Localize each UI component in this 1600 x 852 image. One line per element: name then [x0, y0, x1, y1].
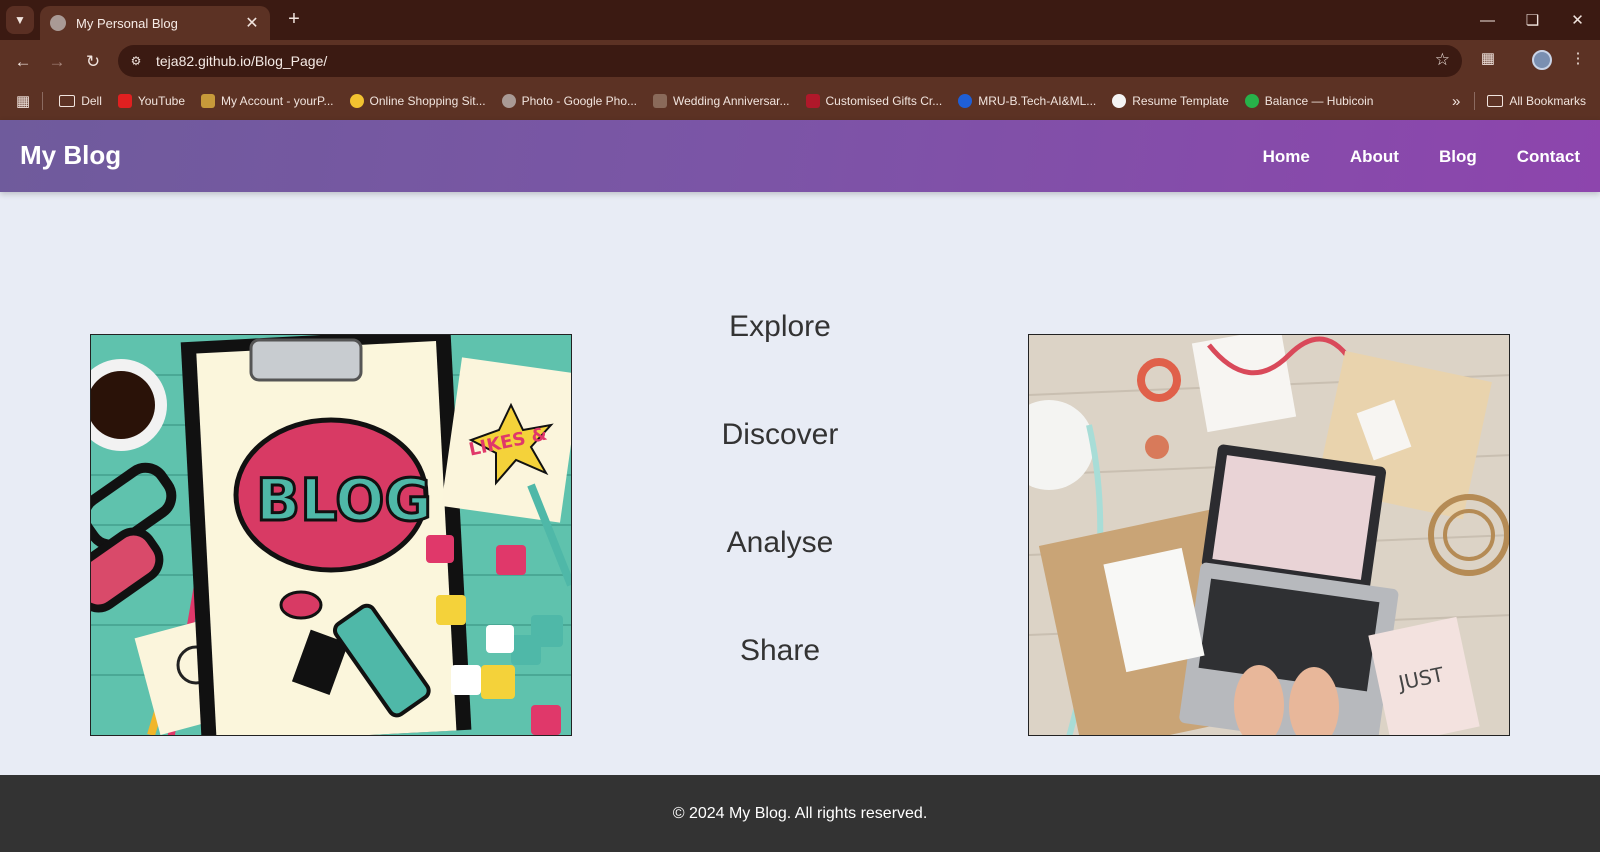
resume-icon	[1112, 94, 1127, 108]
browser-tab[interactable]: My Personal Blog ✕	[40, 6, 270, 40]
bookmark-item[interactable]: Online Shopping Sit...	[349, 94, 486, 108]
main-nav: Home About Blog Contact	[1263, 147, 1580, 167]
footer-copyright: © 2024 My Blog. All rights reserved.	[672, 805, 928, 822]
bookmark-label: My Account - yourP...	[221, 94, 334, 108]
nav-home[interactable]: Home	[1263, 147, 1310, 167]
bookmark-label: Photo - Google Pho...	[521, 94, 637, 108]
chevron-down-icon: ▼	[14, 13, 26, 27]
browser-toolbar: ← → ↻ ⚙ teja82.github.io/Blog_Page/ ☆ ▦ …	[0, 40, 1600, 82]
bookmark-item[interactable]: Resume Template	[1112, 94, 1229, 108]
tagline-analyse: Analyse	[726, 526, 834, 559]
gift-icon	[805, 94, 820, 108]
bookmark-item[interactable]: Wedding Anniversar...	[653, 94, 790, 108]
laptop-desk-photo: JUST	[1028, 334, 1510, 736]
bookmark-label: Balance — Hubicoin	[1264, 94, 1374, 108]
bookmarks-right: » All Bookmarks	[1452, 82, 1586, 120]
url-text: teja82.github.io/Blog_Page/	[156, 53, 328, 69]
bookmarks-bar: ▦ Dell YouTube My Account - yourP... Onl…	[0, 82, 1600, 120]
back-icon[interactable]: ←	[10, 49, 36, 75]
folder-icon	[1487, 95, 1504, 107]
more-bookmarks-icon[interactable]: »	[1452, 93, 1460, 110]
tagline-explore: Explore	[729, 310, 831, 343]
nav-about[interactable]: About	[1350, 147, 1399, 167]
bookmark-label: YouTube	[137, 94, 186, 108]
address-bar[interactable]: ⚙ teja82.github.io/Blog_Page/ ☆	[118, 45, 1462, 77]
close-tab-icon[interactable]: ✕	[244, 13, 260, 33]
bookmark-item[interactable]: Balance — Hubicoin	[1244, 94, 1374, 108]
bookmark-item[interactable]: MRU-B.Tech-AI&ML...	[958, 94, 1096, 108]
bookmark-item[interactable]: YouTube	[117, 94, 186, 108]
nav-contact[interactable]: Contact	[1517, 147, 1580, 167]
minimize-icon[interactable]: —	[1465, 0, 1510, 40]
bookmark-label: Customised Gifts Cr...	[825, 94, 943, 108]
new-tab-button[interactable]: +	[282, 8, 306, 32]
bookmark-item[interactable]: Customised Gifts Cr...	[805, 94, 943, 108]
yp-icon	[201, 94, 216, 108]
bookmark-label: Wedding Anniversar...	[673, 94, 790, 108]
globe-icon	[501, 94, 516, 108]
bookmark-star-icon[interactable]: ☆	[1435, 50, 1450, 70]
site-logo[interactable]: My Blog	[20, 140, 121, 171]
tab-strip: ▼ My Personal Blog ✕ + — ❏ ✕	[0, 0, 1600, 40]
hubicoin-icon	[1244, 94, 1259, 108]
folder-icon	[59, 95, 76, 107]
profile-avatar[interactable]	[1532, 50, 1552, 70]
reload-icon[interactable]: ↻	[80, 49, 106, 75]
site-info-icon[interactable]: ⚙	[126, 51, 146, 71]
all-bookmarks-button[interactable]: All Bookmarks	[1487, 94, 1586, 108]
extensions-icon[interactable]: ▦	[1476, 49, 1500, 67]
site-footer: © 2024 My Blog. All rights reserved.	[0, 775, 1600, 852]
tagline-share: Share	[739, 634, 821, 667]
bookmark-label: Dell	[81, 94, 102, 108]
site-header: My Blog Home About Blog Contact	[0, 120, 1600, 192]
laptop-desk-graphic: JUST	[1029, 335, 1509, 735]
youtube-icon	[117, 94, 132, 108]
close-window-icon[interactable]: ✕	[1555, 0, 1600, 40]
bookmark-label: MRU-B.Tech-AI&ML...	[978, 94, 1097, 108]
apps-icon[interactable]: ▦	[16, 92, 30, 110]
forward-icon[interactable]: →	[44, 49, 70, 75]
bookmark-label: Resume Template	[1132, 94, 1229, 108]
tab-search-button[interactable]: ▼	[6, 6, 34, 34]
window-controls: — ❏ ✕	[1465, 0, 1600, 40]
flipkart-icon	[349, 94, 364, 108]
image-icon	[653, 94, 667, 108]
bookmark-label: Online Shopping Sit...	[369, 94, 486, 108]
bookmark-item[interactable]: Dell	[59, 94, 102, 108]
tagline-discover: Discover	[721, 418, 839, 451]
page-content: My Blog Home About Blog Contact BLOG LIK…	[0, 120, 1600, 852]
bookmark-item[interactable]: My Account - yourP...	[201, 94, 334, 108]
bookmark-item[interactable]: Photo - Google Pho...	[501, 94, 637, 108]
nav-blog[interactable]: Blog	[1439, 147, 1477, 167]
c-icon	[958, 94, 973, 108]
restore-icon[interactable]: ❏	[1510, 0, 1555, 40]
blog-illustration-graphic: BLOG LIKES &	[91, 335, 571, 735]
svg-text:BLOG: BLOG	[256, 466, 432, 534]
tab-title: My Personal Blog	[76, 15, 178, 31]
blog-illustration-image: BLOG LIKES &	[90, 334, 572, 736]
globe-icon	[50, 15, 66, 31]
menu-icon[interactable]: ⋮	[1566, 49, 1590, 67]
divider	[42, 92, 44, 110]
all-bookmarks-label: All Bookmarks	[1509, 94, 1586, 108]
divider	[1474, 92, 1476, 110]
